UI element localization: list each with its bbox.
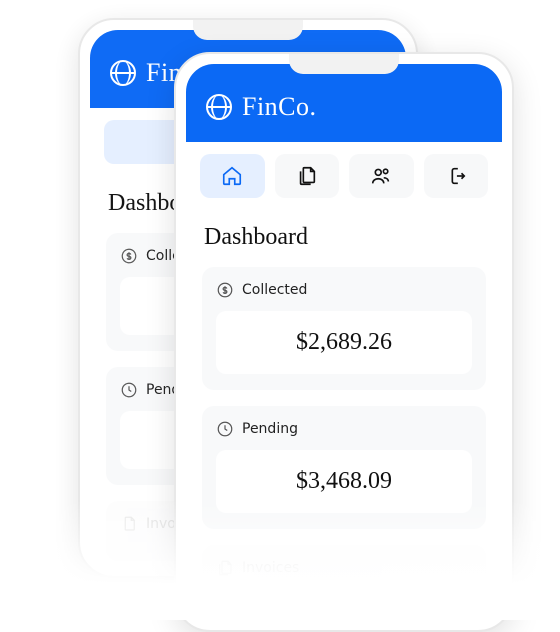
home-icon	[221, 165, 243, 187]
card-pending-label-row: Pending	[216, 420, 472, 438]
card-collected-label: Collected	[242, 282, 307, 298]
phone-front: FinCo. Dashboard Collected	[174, 52, 514, 632]
nav-exit[interactable]	[424, 154, 489, 198]
nav-bar	[186, 142, 502, 210]
nav-people[interactable]	[349, 154, 414, 198]
card-collected-label-row: Collected	[216, 281, 472, 299]
documents-icon	[216, 559, 234, 577]
phone-notch	[193, 20, 303, 40]
card-invoices-label-row: Invoices	[216, 559, 472, 577]
globe-icon	[206, 94, 232, 120]
dollar-icon	[120, 247, 138, 265]
brand-text: FinCo.	[242, 92, 317, 122]
app-header: FinCo.	[186, 64, 502, 142]
screen-front: FinCo. Dashboard Collected	[186, 64, 502, 620]
nav-documents[interactable]	[275, 154, 340, 198]
card-collected-amount: $2,689.26	[216, 311, 472, 374]
card-invoices-label: Invoices	[242, 560, 299, 576]
clock-icon	[216, 420, 234, 438]
clock-icon	[120, 381, 138, 399]
card-pending-label: Pending	[242, 421, 298, 437]
phone-notch	[289, 54, 399, 74]
nav-home[interactable]	[200, 154, 265, 198]
exit-icon	[445, 165, 467, 187]
card-pending-amount: $3,468.09	[216, 450, 472, 513]
brand: FinCo.	[206, 92, 317, 122]
card-invoices: Invoices	[202, 545, 486, 605]
content: Dashboard Collected $2,689.26 Pending $3…	[186, 210, 502, 620]
card-pending: Pending $3,468.09	[202, 406, 486, 529]
page-title: Dashboard	[204, 224, 484, 251]
dollar-icon	[216, 281, 234, 299]
globe-icon	[110, 60, 136, 86]
people-icon	[370, 165, 392, 187]
card-collected: Collected $2,689.26	[202, 267, 486, 390]
documents-icon	[120, 515, 138, 533]
documents-icon	[296, 165, 318, 187]
